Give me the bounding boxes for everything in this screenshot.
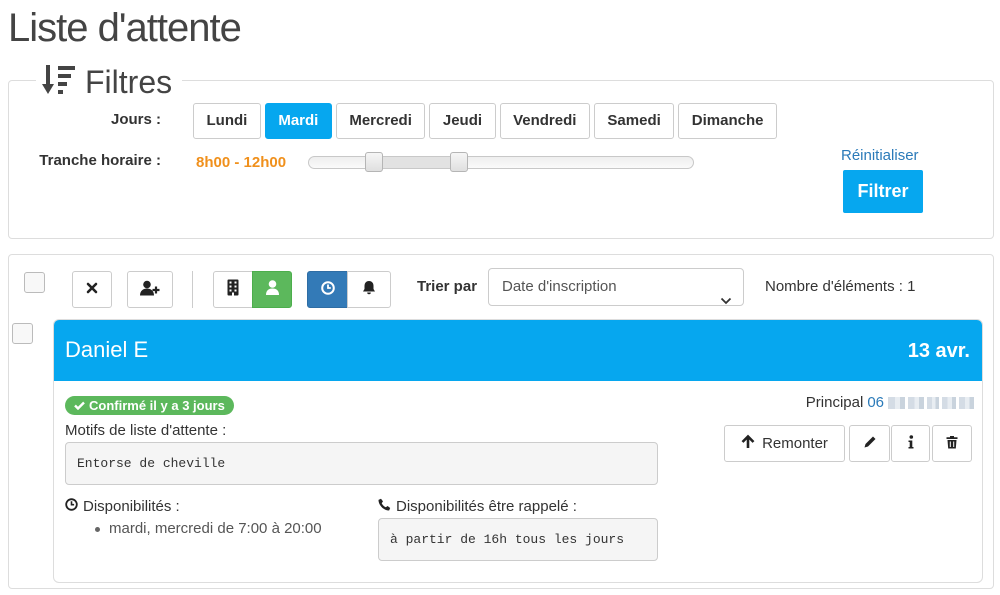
building-icon <box>227 279 239 300</box>
entry-date: 13 avr. <box>907 340 970 362</box>
day-button-dimanche[interactable]: Dimanche <box>678 103 777 139</box>
arrow-up-icon <box>741 434 755 453</box>
availability-list: mardi, mercredi de 7:00 à 20:00 <box>95 520 322 538</box>
sort-select[interactable]: Date d'inscription <box>488 268 744 306</box>
check-icon <box>74 398 85 413</box>
trash-icon <box>946 435 958 453</box>
remove-button[interactable] <box>72 271 112 308</box>
day-button-jeudi[interactable]: Jeudi <box>429 103 496 139</box>
availability-label-text: Disponibilités : <box>83 498 180 515</box>
phone-number-redacted <box>888 396 974 410</box>
user-plus-icon <box>140 280 160 300</box>
reset-link[interactable]: Réinitialiser <box>841 147 919 165</box>
patient-name: Daniel E <box>65 337 149 362</box>
add-user-button[interactable] <box>127 271 173 308</box>
waiting-list-card: Daniel E 13 avr. Confirmé il y a 3 jours… <box>53 319 983 583</box>
row-checkbox[interactable] <box>12 323 33 344</box>
info-button[interactable] <box>891 425 930 462</box>
move-up-button[interactable]: Remonter <box>724 425 845 462</box>
status-badge: Confirmé il y a 3 jours <box>65 396 234 415</box>
sort-label: Trier par <box>417 278 478 295</box>
filters-title: Filtres <box>85 64 173 100</box>
slider-handle-low[interactable] <box>364 152 383 172</box>
item-count-value: 1 <box>907 278 916 295</box>
time-range-label: Tranche horaire : <box>39 152 161 169</box>
list-item: mardi, mercredi de 7:00 à 20:00 <box>95 520 322 538</box>
filter-patient-button[interactable] <box>252 271 292 308</box>
sort-select-value: Date d'inscription <box>502 278 617 295</box>
filters-legend: Filtres <box>36 62 183 102</box>
info-icon <box>908 434 914 453</box>
item-count: Nombre d'éléments : 1 <box>765 278 915 296</box>
chevron-down-icon <box>720 283 732 319</box>
pencil-icon <box>863 435 877 453</box>
phone-line: Principal 06 <box>806 394 974 412</box>
user-icon <box>265 280 279 299</box>
reason-label: Motifs de liste d'attente : <box>65 422 227 439</box>
clock-icon <box>320 280 335 299</box>
toolbar-separator <box>192 271 193 308</box>
day-button-vendredi[interactable]: Vendredi <box>499 103 590 139</box>
callback-label-text: Disponibilités être rappelé : <box>396 498 577 515</box>
close-icon <box>86 281 98 298</box>
bell-icon <box>362 280 376 299</box>
phone-link[interactable]: 06 <box>867 394 884 412</box>
slider-selected-range <box>373 157 459 168</box>
select-all-checkbox[interactable] <box>24 272 45 293</box>
callback-text: à partir de 16h tous les jours <box>378 518 658 561</box>
callback-label: Disponibilités être rappelé : <box>378 498 577 516</box>
filter-time-button[interactable] <box>307 271 348 308</box>
phone-icon <box>378 498 391 516</box>
card-header[interactable]: Daniel E 13 avr. <box>54 320 982 381</box>
page-title: Liste d'attente <box>8 6 242 50</box>
item-count-label: Nombre d'éléments : <box>765 278 903 295</box>
day-button-mardi[interactable]: Mardi <box>264 103 332 139</box>
days-label: Jours : <box>110 111 161 128</box>
filter-establishment-button[interactable] <box>213 271 253 308</box>
bullet <box>95 526 100 532</box>
day-button-lundi[interactable]: Lundi <box>193 103 261 139</box>
delete-button[interactable] <box>932 425 972 462</box>
edit-button[interactable] <box>849 425 890 462</box>
status-badge-text: Confirmé il y a 3 jours <box>89 398 225 413</box>
day-button-samedi[interactable]: Samedi <box>593 103 675 139</box>
filter-notification-button[interactable] <box>347 271 391 308</box>
sort-amount-desc-icon <box>42 63 76 101</box>
day-button-mercredi[interactable]: Mercredi <box>335 103 426 139</box>
move-up-label: Remonter <box>762 435 828 452</box>
days-button-group: Lundi Mardi Mercredi Jeudi Vendredi Same… <box>193 103 777 139</box>
time-range-slider[interactable] <box>308 152 694 172</box>
time-range-value: 8h00 - 12h00 <box>196 154 287 171</box>
clock-outline-icon <box>65 498 78 516</box>
filter-button[interactable]: Filtrer <box>843 170 923 213</box>
slider-handle-high[interactable] <box>449 152 468 172</box>
availability-item: mardi, mercredi de 7:00 à 20:00 <box>109 520 322 537</box>
reason-text: Entorse de cheville <box>65 442 658 485</box>
availability-label: Disponibilités : <box>65 498 180 516</box>
phone-label: Principal <box>805 394 864 411</box>
